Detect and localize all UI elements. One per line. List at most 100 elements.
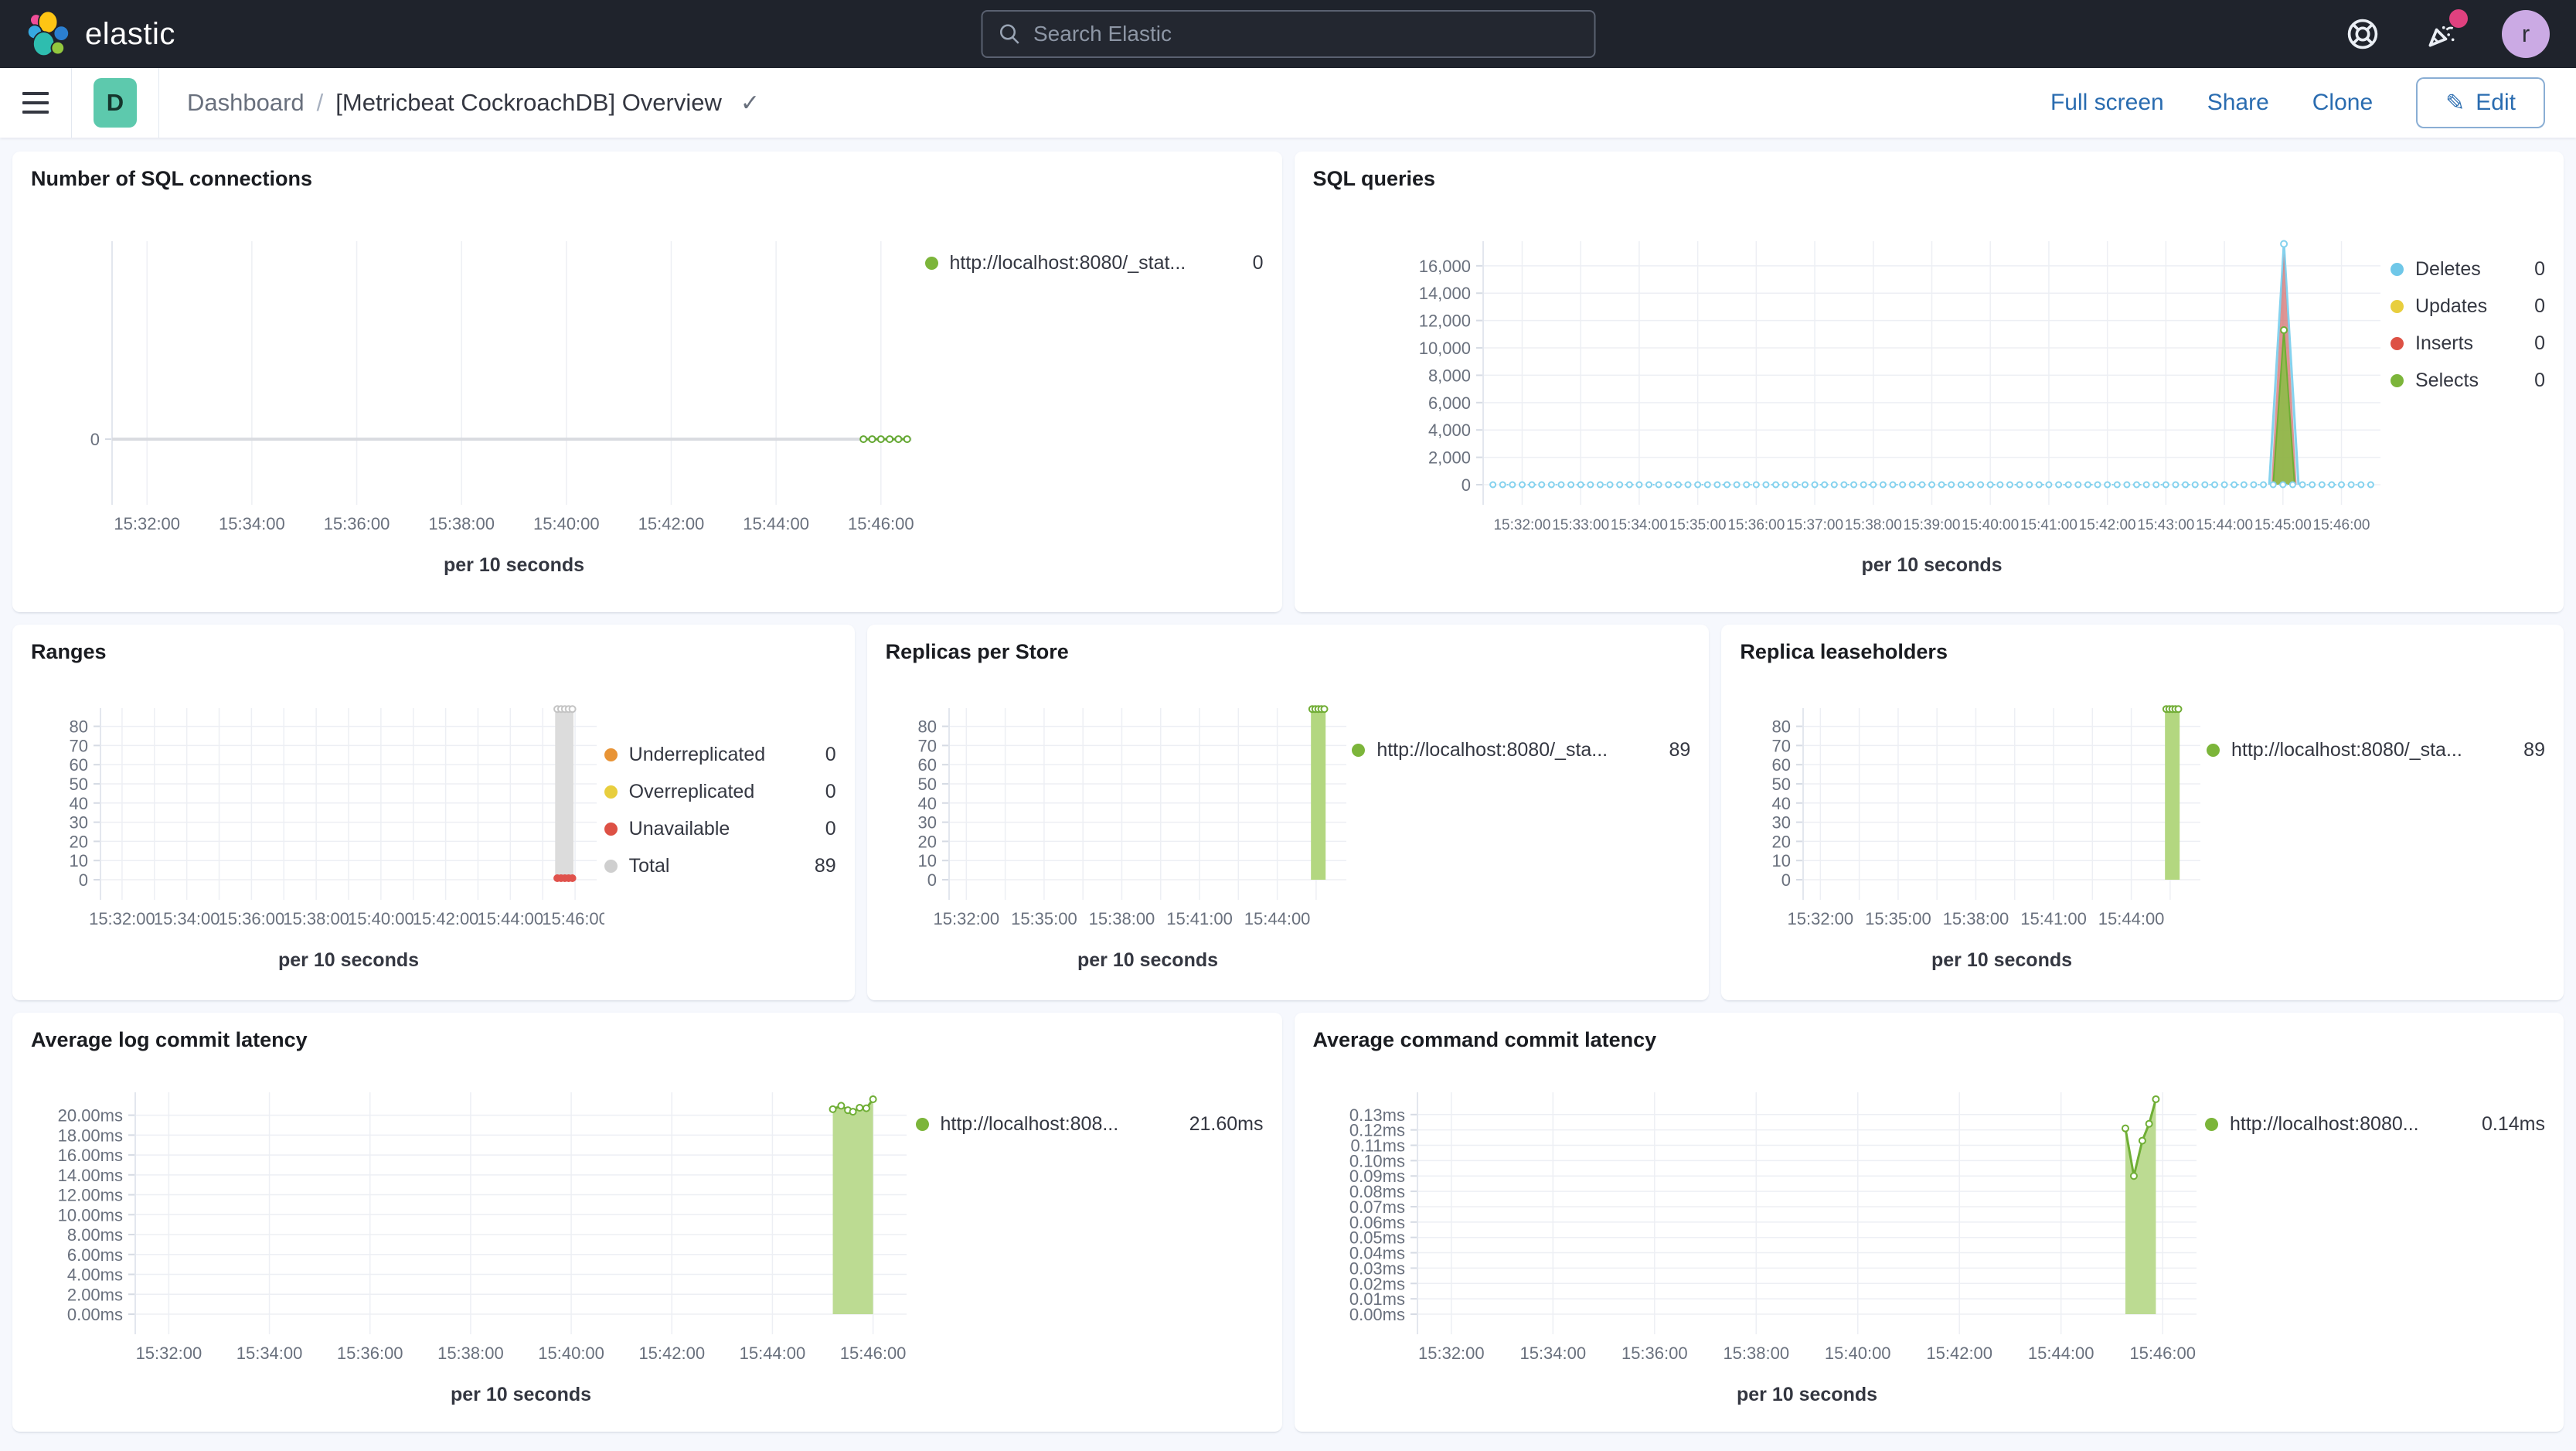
legend-value: 0.14ms xyxy=(2482,1113,2545,1135)
svg-text:80: 80 xyxy=(917,717,936,737)
svg-text:50: 50 xyxy=(70,775,88,794)
svg-text:15:46:00: 15:46:00 xyxy=(848,514,914,533)
legend-item[interactable]: http://localhost:8080/_sta... 89 xyxy=(1352,739,1690,761)
svg-text:15:34:00: 15:34:00 xyxy=(1519,1344,1586,1363)
svg-text:15:36:00: 15:36:00 xyxy=(219,909,285,928)
legend-dot-icon xyxy=(2391,263,2404,276)
svg-text:15:38:00: 15:38:00 xyxy=(1088,909,1155,928)
legend-value: 0 xyxy=(2534,332,2545,354)
news-feed-button[interactable] xyxy=(2423,9,2468,53)
svg-text:15:39:00: 15:39:00 xyxy=(1903,517,1960,533)
chart-command-commit-latency[interactable]: 0.00ms 0.01ms 0.02ms 0.03ms 0.04ms 0.05ms 0.06… xyxy=(1313,1058,2206,1416)
svg-text:per 10 seconds: per 10 seconds xyxy=(1861,554,2002,576)
svg-text:15:44:00: 15:44:00 xyxy=(2098,909,2165,928)
divider xyxy=(71,68,72,138)
svg-text:per 10 seconds: per 10 seconds xyxy=(444,554,584,576)
svg-text:30: 30 xyxy=(1772,813,1791,833)
panel-command-commit-latency: Average command commit latency 0.00ms 0.0… xyxy=(1294,1013,2564,1432)
svg-text:15:32:00: 15:32:00 xyxy=(1418,1344,1485,1363)
svg-text:40: 40 xyxy=(1772,794,1791,813)
svg-text:80: 80 xyxy=(70,717,88,737)
chart-ranges[interactable]: 0 10 20 30 40 50 60 70 80 15:32:00 15:34:00 15:36:0… xyxy=(31,669,604,985)
svg-text:2,000: 2,000 xyxy=(1428,448,1470,468)
dashboard-row: Number of SQL connections 0 15:32:00 15:34… xyxy=(12,152,2564,612)
legend-value: 0 xyxy=(2534,295,2545,317)
svg-text:10: 10 xyxy=(70,851,88,870)
edit-button[interactable]: ✎ Edit xyxy=(2416,77,2545,128)
svg-text:60: 60 xyxy=(917,755,936,775)
legend-item[interactable]: Inserts 0 xyxy=(2391,332,2545,355)
svg-text:8.00ms: 8.00ms xyxy=(67,1225,123,1245)
svg-text:15:35:00: 15:35:00 xyxy=(1865,909,1931,928)
svg-text:15:46:00: 15:46:00 xyxy=(840,1344,907,1363)
legend-label: Deletes xyxy=(2415,258,2481,280)
svg-text:per 10 seconds: per 10 seconds xyxy=(1931,949,2072,971)
chart-sql-queries[interactable]: 0 2,000 4,000 6,000 8,000 10,000 12,000 14,000 1… xyxy=(1313,196,2391,597)
legend-dot-icon xyxy=(915,1118,929,1131)
legend-label: Selects xyxy=(2415,370,2479,391)
chart-replicas-per-store[interactable]: 0 10 20 30 40 50 60 70 80 15:32:00 15:35:00 15:38:0… xyxy=(886,669,1353,985)
svg-text:8,000: 8,000 xyxy=(1428,366,1470,385)
dashboard-row: Ranges 0 10 20 30 40 50 60 70 80 15:32:00 15:34:00… xyxy=(12,625,2564,1000)
legend-item[interactable]: Updates 0 xyxy=(2391,295,2545,318)
menu-button[interactable] xyxy=(0,68,71,138)
svg-text:per 10 seconds: per 10 seconds xyxy=(451,1384,591,1405)
legend-dot-icon xyxy=(604,860,618,873)
chart-log-commit-latency[interactable]: 0.00ms 2.00ms 4.00ms 6.00ms 8.00ms 10.00ms 12.… xyxy=(31,1058,916,1416)
panel-title: Ranges xyxy=(31,640,107,663)
chart-legend: http://localhost:8080/_sta... 89 xyxy=(2206,669,2545,985)
search-input[interactable] xyxy=(1033,22,1578,46)
user-avatar[interactable]: r xyxy=(2502,10,2550,58)
legend-item[interactable]: http://localhost:808... 21.60ms xyxy=(915,1113,1264,1136)
full-screen-button[interactable]: Full screen xyxy=(2050,90,2164,116)
legend-item[interactable]: Overreplicated 0 xyxy=(604,781,836,803)
legend-item[interactable]: Total 89 xyxy=(604,855,836,877)
space-switcher[interactable]: D xyxy=(94,78,137,128)
page-title: [Metricbeat CockroachDB] Overview xyxy=(335,89,722,116)
svg-text:0.00ms: 0.00ms xyxy=(67,1305,123,1324)
chart-replica-leaseholders[interactable]: 0 10 20 30 40 50 60 70 80 15:32:00 15:35:00 15:38:0… xyxy=(1740,669,2207,985)
svg-text:30: 30 xyxy=(917,813,936,833)
legend-label: Underreplicated xyxy=(628,744,766,765)
svg-text:15:37:00: 15:37:00 xyxy=(1786,517,1843,533)
clone-button[interactable]: Clone xyxy=(2312,90,2373,116)
legend-item[interactable]: Underreplicated 0 xyxy=(604,744,836,766)
panel-title: Number of SQL connections xyxy=(31,167,313,190)
legend-dot-icon xyxy=(604,785,618,799)
svg-text:70: 70 xyxy=(917,736,936,755)
svg-text:10,000: 10,000 xyxy=(1418,339,1470,358)
legend-item[interactable]: Selects 0 xyxy=(2391,370,2545,392)
legend-label: http://localhost:8080/_sta... xyxy=(2231,739,2462,761)
legend-value: 0 xyxy=(825,744,836,765)
legend-value: 21.60ms xyxy=(1189,1113,1264,1135)
legend-item[interactable]: http://localhost:8080/_stat... 0 xyxy=(924,252,1264,274)
svg-text:60: 60 xyxy=(1772,755,1791,775)
svg-text:12,000: 12,000 xyxy=(1418,312,1470,331)
legend-value: 0 xyxy=(2534,258,2545,280)
svg-text:14.00ms: 14.00ms xyxy=(58,1166,123,1185)
svg-text:15:32:00: 15:32:00 xyxy=(1788,909,1854,928)
svg-text:50: 50 xyxy=(917,775,936,794)
svg-text:15:44:00: 15:44:00 xyxy=(2027,1344,2094,1363)
chart-legend: http://localhost:8080/_stat... 0 xyxy=(924,196,1264,597)
legend-item[interactable]: Deletes 0 xyxy=(2391,258,2545,281)
panel-log-commit-latency: Average log commit latency 0.00ms 2.00ms 4… xyxy=(12,1013,1282,1432)
svg-text:15:40:00: 15:40:00 xyxy=(1824,1344,1890,1363)
chart-legend: Deletes 0 Updates 0 Inserts 0 Selects 0 xyxy=(2391,196,2545,597)
legend-item[interactable]: http://localhost:8080/_sta... 89 xyxy=(2206,739,2545,761)
elastic-logo[interactable]: elastic xyxy=(26,10,175,58)
global-search[interactable] xyxy=(981,10,1595,58)
chart-sql-connections[interactable]: 0 15:32:00 15:34:00 15:36:00 15:38:00 15:40:0… xyxy=(31,196,925,597)
legend-value: 0 xyxy=(1252,252,1264,274)
share-button[interactable]: Share xyxy=(2207,90,2269,116)
legend-item[interactable]: http://localhost:8080... 0.14ms xyxy=(2205,1113,2545,1136)
space-badge-letter: D xyxy=(106,89,124,116)
svg-text:80: 80 xyxy=(1772,717,1791,737)
legend-item[interactable]: Unavailable 0 xyxy=(604,818,836,840)
help-button[interactable] xyxy=(2344,15,2381,53)
svg-text:20: 20 xyxy=(70,832,88,851)
breadcrumb-dashboard-link[interactable]: Dashboard xyxy=(187,89,305,117)
legend-dot-icon xyxy=(604,748,618,761)
checkmark-icon[interactable]: ✓ xyxy=(740,90,760,117)
svg-text:6.00ms: 6.00ms xyxy=(67,1245,123,1265)
